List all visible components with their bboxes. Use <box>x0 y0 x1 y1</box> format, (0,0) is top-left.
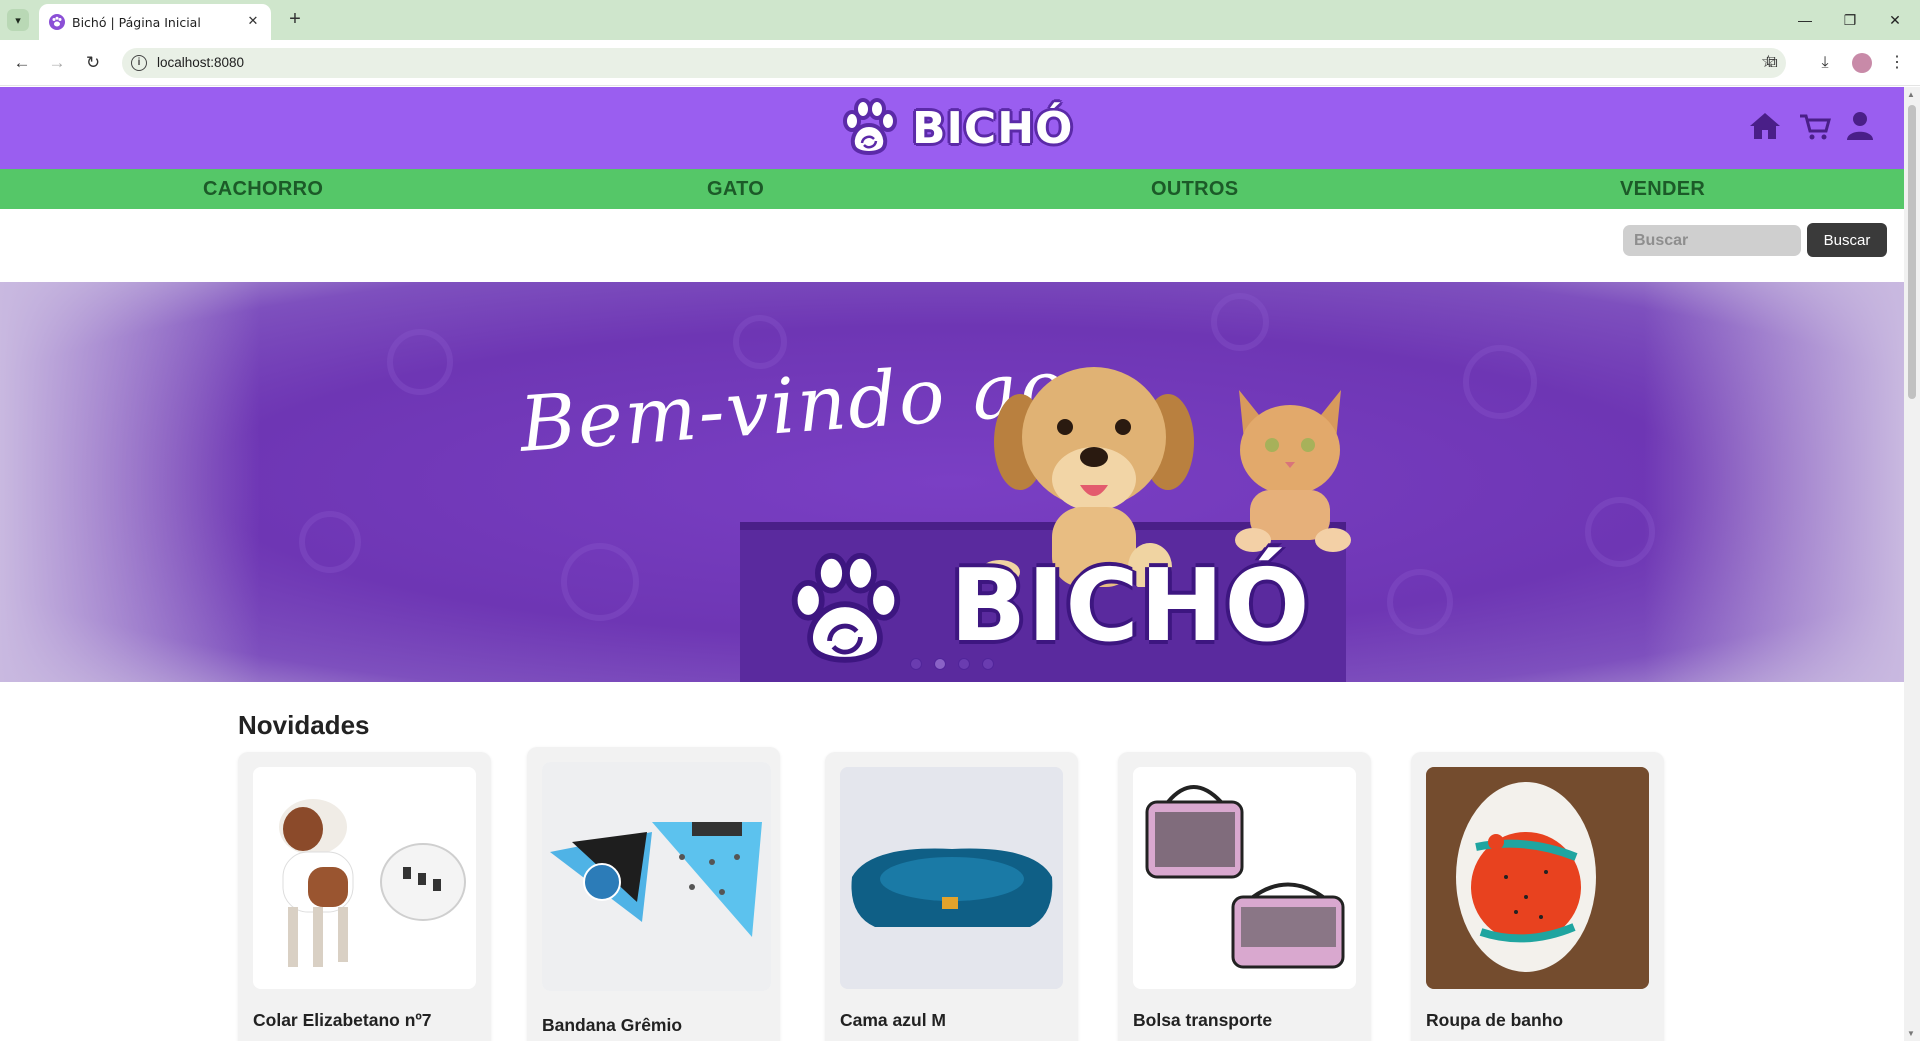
nav-cachorro[interactable]: CACHORRO <box>203 178 323 201</box>
hero-fade-left <box>0 282 260 682</box>
browser-toolbar: ← → ↻ i localhost:8080 ☆ ⧉ ⤓ ⋮ <box>0 40 1920 86</box>
product-image[interactable] <box>840 767 1063 989</box>
carousel-dot[interactable] <box>958 658 970 670</box>
product-card[interactable]: Colar Elizabetano nº7 <box>238 752 491 1041</box>
category-nav: CACHORRO GATO OUTROS VENDER <box>0 169 1904 209</box>
site-info-icon[interactable]: i <box>131 55 147 71</box>
tab-close-icon[interactable]: ✕ <box>244 12 262 30</box>
carousel-dot-active[interactable] <box>934 658 946 670</box>
scroll-thumb[interactable] <box>1908 105 1916 399</box>
product-name[interactable]: Roupa de banho <box>1426 1010 1563 1031</box>
carousel-dot[interactable] <box>910 658 922 670</box>
browser-tab-active[interactable]: Bichó | Página Inicial ✕ <box>39 4 271 40</box>
downloads-icon[interactable]: ⤓ <box>1813 51 1837 75</box>
forward-icon[interactable]: → <box>45 51 69 75</box>
nav-gato[interactable]: GATO <box>707 178 764 201</box>
scroll-up-icon[interactable]: ▲ <box>1907 90 1915 99</box>
browser-menu-icon[interactable]: ⋮ <box>1885 51 1909 75</box>
hero-brand-text: BICHÓ <box>950 547 1311 664</box>
extensions-icon[interactable]: ⧉ <box>1760 51 1784 75</box>
site-header: BICHÓ <box>0 87 1904 169</box>
window-close-button[interactable]: ✕ <box>1880 8 1910 32</box>
browser-tab-bar: ▾ Bichó | Página Inicial ✕ + — ❐ ✕ <box>0 0 1920 40</box>
news-section-title: Novidades <box>238 710 370 740</box>
nav-vender[interactable]: VENDER <box>1620 178 1705 201</box>
product-card[interactable]: Bandana Grêmio <box>527 747 780 1041</box>
product-name[interactable]: Cama azul M <box>840 1010 946 1031</box>
tab-title: Bichó | Página Inicial <box>72 15 201 30</box>
scroll-down-icon[interactable]: ▼ <box>1907 1029 1915 1038</box>
search-button[interactable]: Buscar <box>1807 223 1887 257</box>
product-name[interactable]: Bandana Grêmio <box>542 1015 682 1036</box>
paw-favicon-icon <box>49 14 65 30</box>
product-card[interactable]: Bolsa transporte <box>1118 752 1371 1041</box>
carousel-indicators <box>910 658 994 670</box>
carousel-dot[interactable] <box>982 658 994 670</box>
product-card[interactable]: Cama azul M <box>825 752 1078 1041</box>
orange-cat-illustration <box>1235 390 1351 552</box>
product-image[interactable] <box>1133 767 1356 989</box>
user-icon[interactable] <box>1843 109 1877 143</box>
paw-logo-icon <box>843 98 897 155</box>
page-viewport: BICHÓ CACHORRO GATO OUTROS VENDER Buscar <box>0 87 1904 1041</box>
page-scrollbar[interactable]: ▲ ▼ <box>1904 87 1920 1041</box>
product-card[interactable]: Roupa de banho <box>1411 752 1664 1041</box>
new-tab-button[interactable]: + <box>283 8 307 32</box>
back-icon[interactable]: ← <box>10 51 34 75</box>
reload-icon[interactable]: ↻ <box>81 51 105 75</box>
product-name[interactable]: Bolsa transporte <box>1133 1010 1272 1031</box>
profile-avatar[interactable] <box>1852 53 1872 73</box>
product-image[interactable] <box>1426 767 1649 989</box>
address-bar[interactable]: i localhost:8080 ☆ <box>122 48 1786 78</box>
cart-icon[interactable] <box>1798 109 1832 143</box>
product-image[interactable] <box>542 762 771 991</box>
logo-text: BICHÓ <box>912 102 1074 154</box>
site-logo[interactable]: BICHÓ <box>838 95 1073 161</box>
hero-fade-right <box>1644 282 1904 682</box>
hero-paw-icon <box>791 552 901 663</box>
hero-banner[interactable]: Bem-vindo ao BICHÓ <box>0 282 1904 682</box>
search-input[interactable] <box>1623 225 1801 256</box>
restore-button[interactable]: ❐ <box>1835 8 1865 32</box>
nav-outros[interactable]: OUTROS <box>1151 178 1238 201</box>
tab-search-button[interactable]: ▾ <box>7 9 29 31</box>
home-icon[interactable] <box>1748 109 1782 143</box>
product-name[interactable]: Colar Elizabetano nº7 <box>253 1010 432 1031</box>
address-url[interactable]: localhost:8080 <box>157 55 244 70</box>
product-image[interactable] <box>253 767 476 989</box>
minimize-button[interactable]: — <box>1790 8 1820 32</box>
